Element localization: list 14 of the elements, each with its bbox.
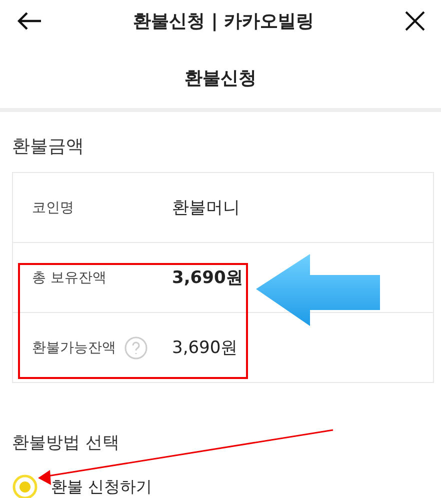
window-title: 환불신청 | 카카오빌링 <box>132 10 314 33</box>
table-cell: 코인명 <box>32 198 74 216</box>
close-icon[interactable] <box>404 11 425 31</box>
table-cell-text: 3,690원 <box>172 337 238 359</box>
section-heading: 환불금액 <box>12 135 84 158</box>
radio-button[interactable] <box>12 474 38 498</box>
table-cell-text: 환불머니 <box>172 197 240 219</box>
radio-label[interactable]: 환불 신청하기 <box>51 476 152 498</box>
table-cell: 총 보유잔액 <box>32 268 106 286</box>
table-cell-text: 3,690원 <box>172 267 243 289</box>
table-cell: 환불가능잔액 <box>32 338 116 356</box>
section-heading: 환불방법 선택 <box>12 432 120 454</box>
page-title: 환불신청 <box>184 67 258 91</box>
back-icon[interactable] <box>16 11 42 31</box>
